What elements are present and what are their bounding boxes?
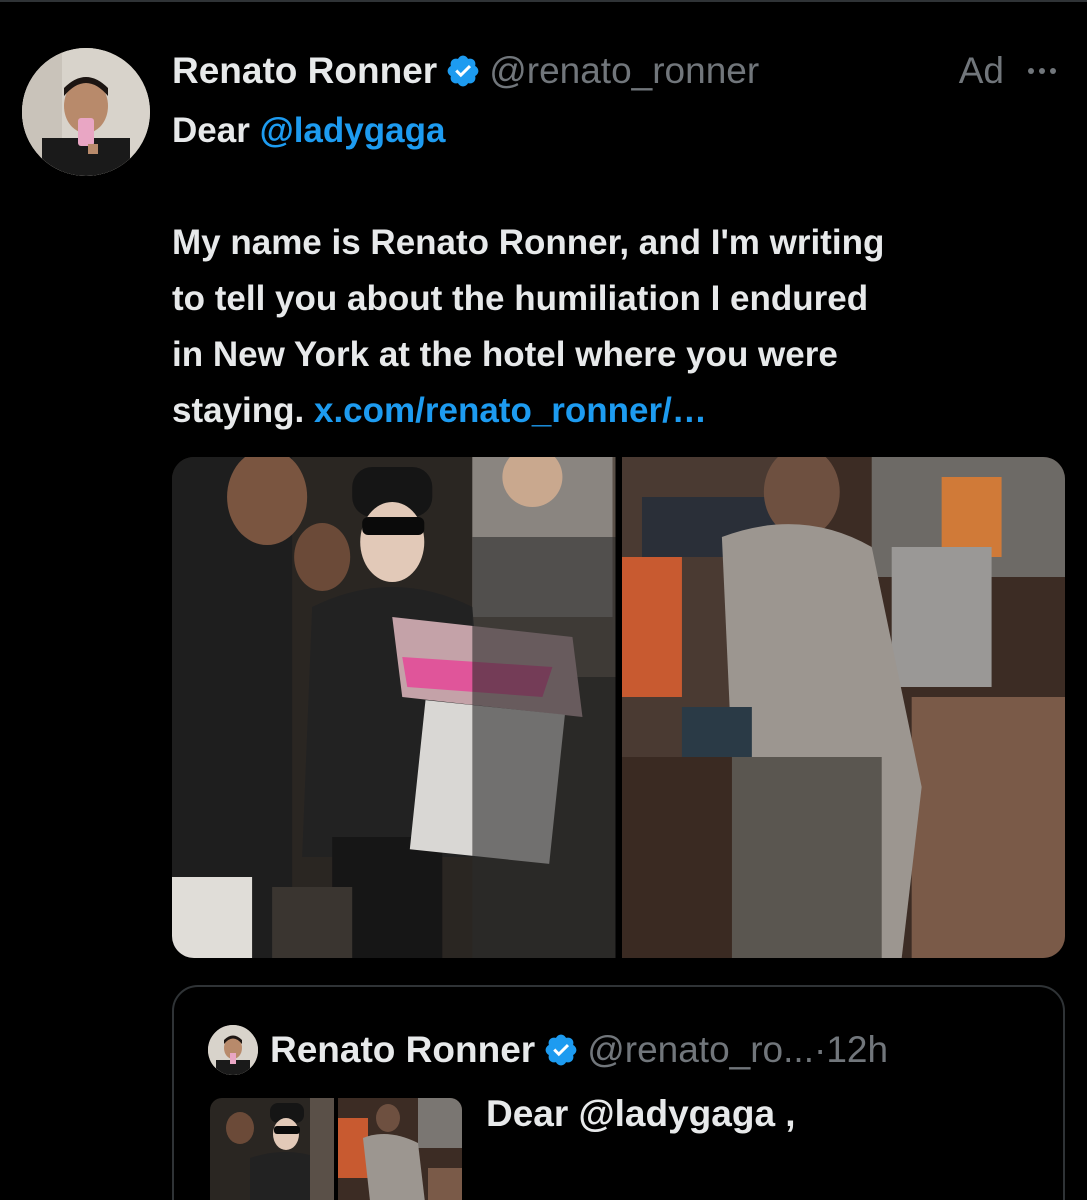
- quoted-tweet-header: Renato Ronner @renato_ro... · 12h: [208, 1025, 888, 1075]
- verified-badge-icon: [545, 1034, 577, 1066]
- tweet-header: Renato Ronner @renato_ronner Ad: [172, 48, 1062, 94]
- quoted-timestamp[interactable]: 12h: [826, 1029, 888, 1071]
- quoted-display-name[interactable]: Renato Ronner: [270, 1029, 535, 1071]
- media-photo-left[interactable]: [172, 457, 616, 958]
- salutation-text: Dear: [172, 111, 260, 150]
- body-last-text: staying.: [172, 391, 314, 430]
- tweet-text: Dear @ladygaga My name is Renato Ronner,…: [172, 103, 1067, 439]
- more-horizontal-icon[interactable]: [1022, 48, 1062, 94]
- ad-label: Ad: [958, 50, 1004, 91]
- tweet-body-line: My name is Renato Ronner, and I'm writin…: [172, 223, 885, 262]
- quoted-media-thumbnails[interactable]: [210, 1098, 462, 1200]
- quoted-thumb-left: [210, 1098, 334, 1200]
- author-avatar[interactable]: [22, 48, 150, 176]
- quoted-author-avatar[interactable]: [208, 1025, 258, 1075]
- photo-man-at-hotel-desk: [621, 457, 1065, 958]
- tweet-body-line: to tell you about the humiliation I endu…: [172, 279, 869, 318]
- quoted-separator: ·: [813, 1029, 827, 1070]
- tweet-url-link[interactable]: x.com/renato_ronner/…: [314, 391, 707, 430]
- photo-celebrity-signing: [172, 457, 616, 958]
- tweet-media-grid: [172, 457, 1065, 958]
- verified-badge-icon: [447, 55, 479, 87]
- quoted-thumb-right: [338, 1098, 462, 1200]
- author-handle[interactable]: @renato_ronner: [489, 48, 759, 94]
- avatar-photo: [22, 48, 150, 176]
- thumb-photo-signing: [210, 1098, 334, 1200]
- more-dots-icon: [1028, 68, 1056, 74]
- mention-link[interactable]: @ladygaga: [260, 111, 446, 150]
- quoted-avatar-photo: [208, 1025, 258, 1075]
- thumb-photo-desk: [338, 1098, 462, 1200]
- tweet-body-line: in New York at the hotel where you were: [172, 335, 838, 374]
- author-display-name[interactable]: Renato Ronner: [172, 48, 437, 94]
- top-divider: [0, 0, 1087, 2]
- quoted-handle[interactable]: @renato_ro...: [587, 1029, 814, 1071]
- tweet-body-last-line: staying. x.com/renato_ronner/…: [172, 383, 1067, 439]
- tweet-salutation: Dear @ladygaga: [172, 103, 1067, 159]
- media-photo-right[interactable]: [621, 457, 1065, 958]
- quoted-tweet-text: Dear @ladygaga ,: [486, 1093, 796, 1134]
- quoted-tweet[interactable]: Renato Ronner @renato_ro... · 12h Dear @…: [172, 985, 1065, 1200]
